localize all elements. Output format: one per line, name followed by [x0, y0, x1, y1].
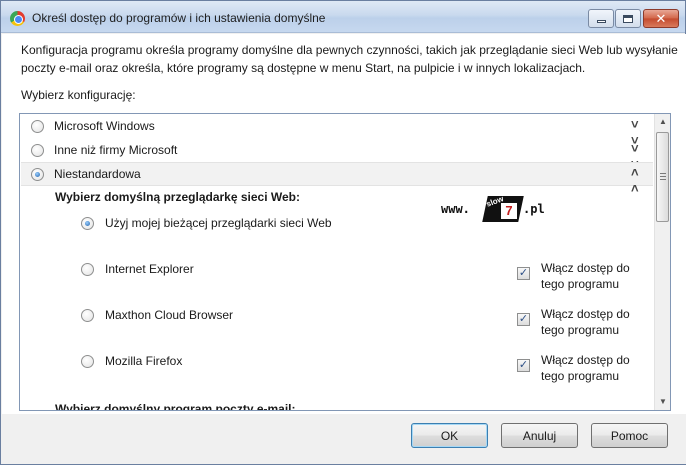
watermark-logo: www. slow 7 .pl [441, 194, 545, 224]
config-row-custom[interactable]: Niestandardowa ˄ ˄ [21, 162, 653, 196]
config-label: Inne niż firmy Microsoft [54, 143, 178, 157]
cancel-button[interactable]: Anuluj [501, 423, 578, 448]
access-checkbox-internet-explorer[interactable]: ✓ [517, 267, 530, 280]
vertical-scrollbar[interactable]: ▲ ▼ [654, 114, 670, 410]
button-bar: OK Anuluj Pomoc [2, 414, 686, 464]
browser-option-firefox: Mozilla Firefox [105, 354, 183, 368]
browser-radio-internet-explorer[interactable] [81, 263, 94, 276]
access-label: Włącz dostęp do tego programu [541, 353, 630, 383]
browser-option-internet-explorer: Internet Explorer [105, 262, 194, 276]
set-program-access-icon [10, 11, 25, 26]
watermark-badge-number: 7 [501, 203, 517, 219]
minimize-button[interactable] [588, 9, 614, 28]
config-row-non-microsoft[interactable]: Inne niż firmy Microsoft ˅˅ [21, 139, 653, 172]
access-checkbox-maxthon[interactable]: ✓ [517, 313, 530, 326]
help-button[interactable]: Pomoc [591, 423, 668, 448]
browser-section-heading: Wybierz domyślną przeglądarkę sieci Web: [55, 190, 300, 204]
access-label: Włącz dostęp do tego programu [541, 261, 630, 291]
config-label: Niestandardowa [54, 167, 141, 181]
description-text: Konfiguracja programu określa programy d… [21, 43, 678, 75]
browser-option-maxthon: Maxthon Cloud Browser [105, 308, 234, 322]
choose-configuration-label: Wybierz konfigurację: [21, 88, 136, 102]
ok-button[interactable]: OK [411, 423, 488, 448]
close-button[interactable]: ✕ [643, 9, 679, 28]
maximize-icon [623, 14, 633, 23]
scroll-thumb[interactable] [656, 132, 669, 222]
watermark-www: www. [441, 202, 470, 216]
browser-radio-current[interactable] [81, 217, 94, 230]
close-icon: ✕ [655, 10, 667, 26]
browser-radio-maxthon[interactable] [81, 309, 94, 322]
watermark-tld: .pl [523, 202, 545, 216]
config-radio-non-microsoft[interactable] [31, 144, 44, 157]
config-label: Microsoft Windows [54, 119, 155, 133]
config-radio-microsoft-windows[interactable] [31, 120, 44, 133]
dialog-content: Konfiguracja programu określa programy d… [2, 34, 686, 414]
browser-option-current: Użyj mojej bieżącej przeglądarki sieci W… [105, 216, 332, 230]
scroll-down-icon[interactable]: ▼ [655, 394, 670, 410]
email-section-heading: Wybierz domyślny program poczty e-mail: [55, 402, 296, 411]
access-label: Włącz dostęp do tego programu [541, 307, 630, 337]
window-title: Określ dostęp do programów i ich ustawie… [32, 11, 326, 25]
access-checkbox-firefox[interactable]: ✓ [517, 359, 530, 372]
grip-icon [660, 173, 666, 180]
config-radio-custom[interactable] [31, 168, 44, 181]
configuration-list[interactable]: Microsoft Windows ˅ ˅ Inne niż firmy Micr… [19, 113, 671, 411]
title-bar[interactable]: Określ dostęp do programów i ich ustawie… [1, 1, 685, 33]
maximize-button[interactable] [615, 9, 641, 28]
config-row-microsoft-windows[interactable]: Microsoft Windows ˅ ˅ [21, 115, 653, 148]
minimize-icon [596, 20, 606, 23]
browser-radio-firefox[interactable] [81, 355, 94, 368]
dialog-window: Określ dostęp do programów i ich ustawie… [0, 0, 686, 465]
scroll-up-icon[interactable]: ▲ [655, 114, 670, 130]
chevron-up-icon[interactable]: ˄ ˄ [631, 165, 638, 197]
